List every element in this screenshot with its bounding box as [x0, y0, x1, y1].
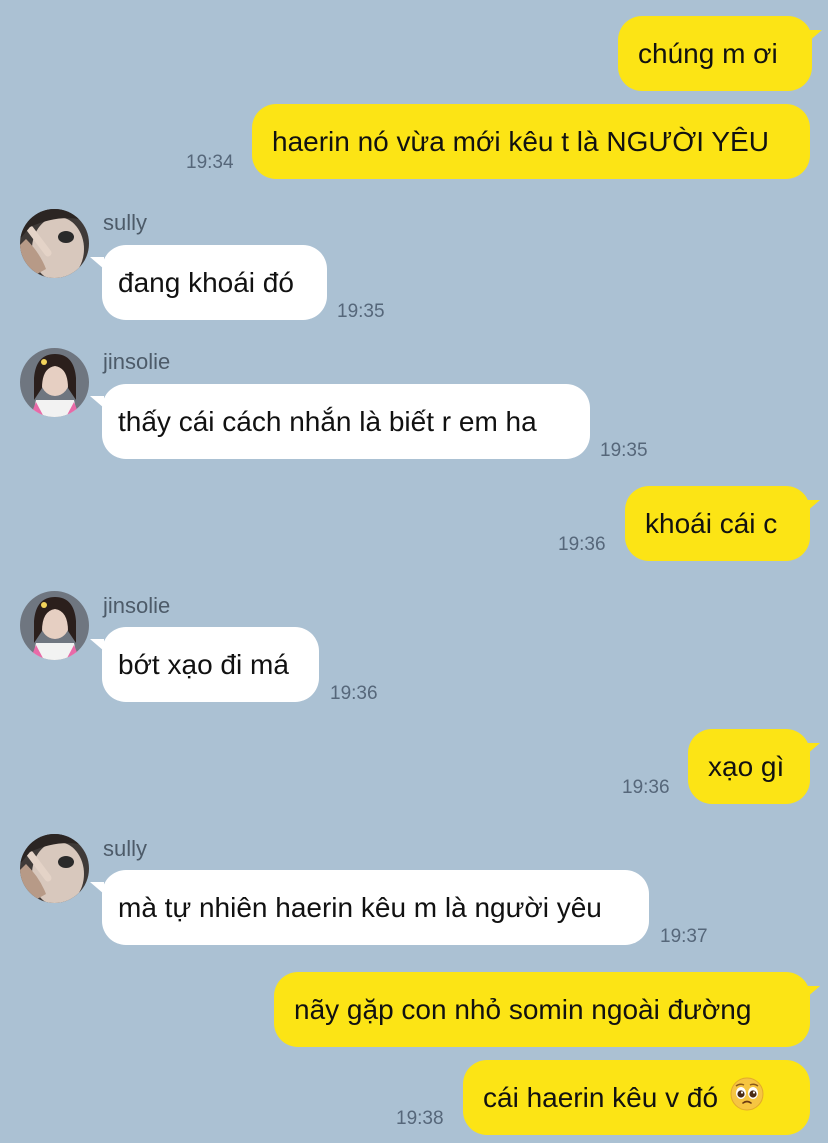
- message-timestamp: 19:37: [660, 926, 708, 947]
- message-timestamp: 19:36: [558, 534, 606, 555]
- message-bubble-outgoing[interactable]: haerin nó vừa mới kêu t là NGƯỜI YÊU: [252, 104, 810, 179]
- message-timestamp: 19:38: [396, 1108, 444, 1129]
- sender-name: sully: [103, 836, 148, 861]
- message-bubble-outgoing[interactable]: xạo gì: [688, 729, 810, 804]
- message-bubble-incoming[interactable]: bớt xạo đi má: [102, 627, 319, 702]
- message-bubble-outgoing[interactable]: khoái cái c: [625, 486, 810, 561]
- message-text: khoái cái c: [645, 507, 778, 539]
- bubble-tail: [808, 30, 822, 42]
- sender-name: jinsolie: [103, 349, 171, 374]
- message-bubble-outgoing[interactable]: nãy gặp con nhỏ somin ngoài đường: [274, 972, 810, 1047]
- avatar-image: [20, 348, 89, 417]
- avatar-jinsolie[interactable]: [20, 591, 89, 660]
- message-text: bớt xạo đi má: [118, 648, 289, 680]
- message-text: thấy cái cách nhắn là biết r em ha: [118, 405, 537, 437]
- sender-name: sully: [103, 210, 148, 235]
- message-bubble-incoming[interactable]: mà tự nhiên haerin kêu m là người yêu: [102, 870, 649, 945]
- message-timestamp: 19:35: [600, 440, 648, 461]
- message-bubble-outgoing[interactable]: cái haerin kêu v đó: [463, 1060, 810, 1135]
- message-timestamp: 19:36: [330, 683, 378, 704]
- message-timestamp: 19:35: [337, 301, 385, 322]
- message-timestamp: 19:36: [622, 777, 670, 798]
- bubble-tail: [806, 500, 820, 512]
- message-bubble-incoming[interactable]: thấy cái cách nhắn là biết r em ha: [102, 384, 590, 459]
- message-text: chúng m ơi: [638, 37, 778, 69]
- sender-name: jinsolie: [103, 593, 171, 618]
- avatar-image: [20, 591, 89, 660]
- message-text: haerin nó vừa mới kêu t là NGƯỜI YÊU: [272, 125, 769, 157]
- avatar-jinsolie[interactable]: [20, 348, 89, 417]
- bubble-tail: [806, 743, 820, 755]
- message-text: nãy gặp con nhỏ somin ngoài đường: [294, 993, 752, 1025]
- avatar-image: [20, 834, 89, 903]
- message-bubble-outgoing[interactable]: chúng m ơi: [618, 16, 812, 91]
- message-timestamp: 19:34: [186, 152, 234, 173]
- bubble-tail: [806, 986, 820, 998]
- avatar-sully[interactable]: [20, 209, 89, 278]
- message-text: xạo gì: [708, 750, 785, 782]
- message-text: cái haerin kêu v đó: [483, 1081, 719, 1113]
- avatar-sully[interactable]: [20, 834, 89, 903]
- message-text: đang khoái đó: [118, 266, 294, 298]
- pleading-face-icon: [730, 1077, 764, 1118]
- avatar-image: [20, 209, 89, 278]
- message-bubble-incoming[interactable]: đang khoái đó: [102, 245, 327, 320]
- message-text: mà tự nhiên haerin kêu m là người yêu: [118, 891, 602, 923]
